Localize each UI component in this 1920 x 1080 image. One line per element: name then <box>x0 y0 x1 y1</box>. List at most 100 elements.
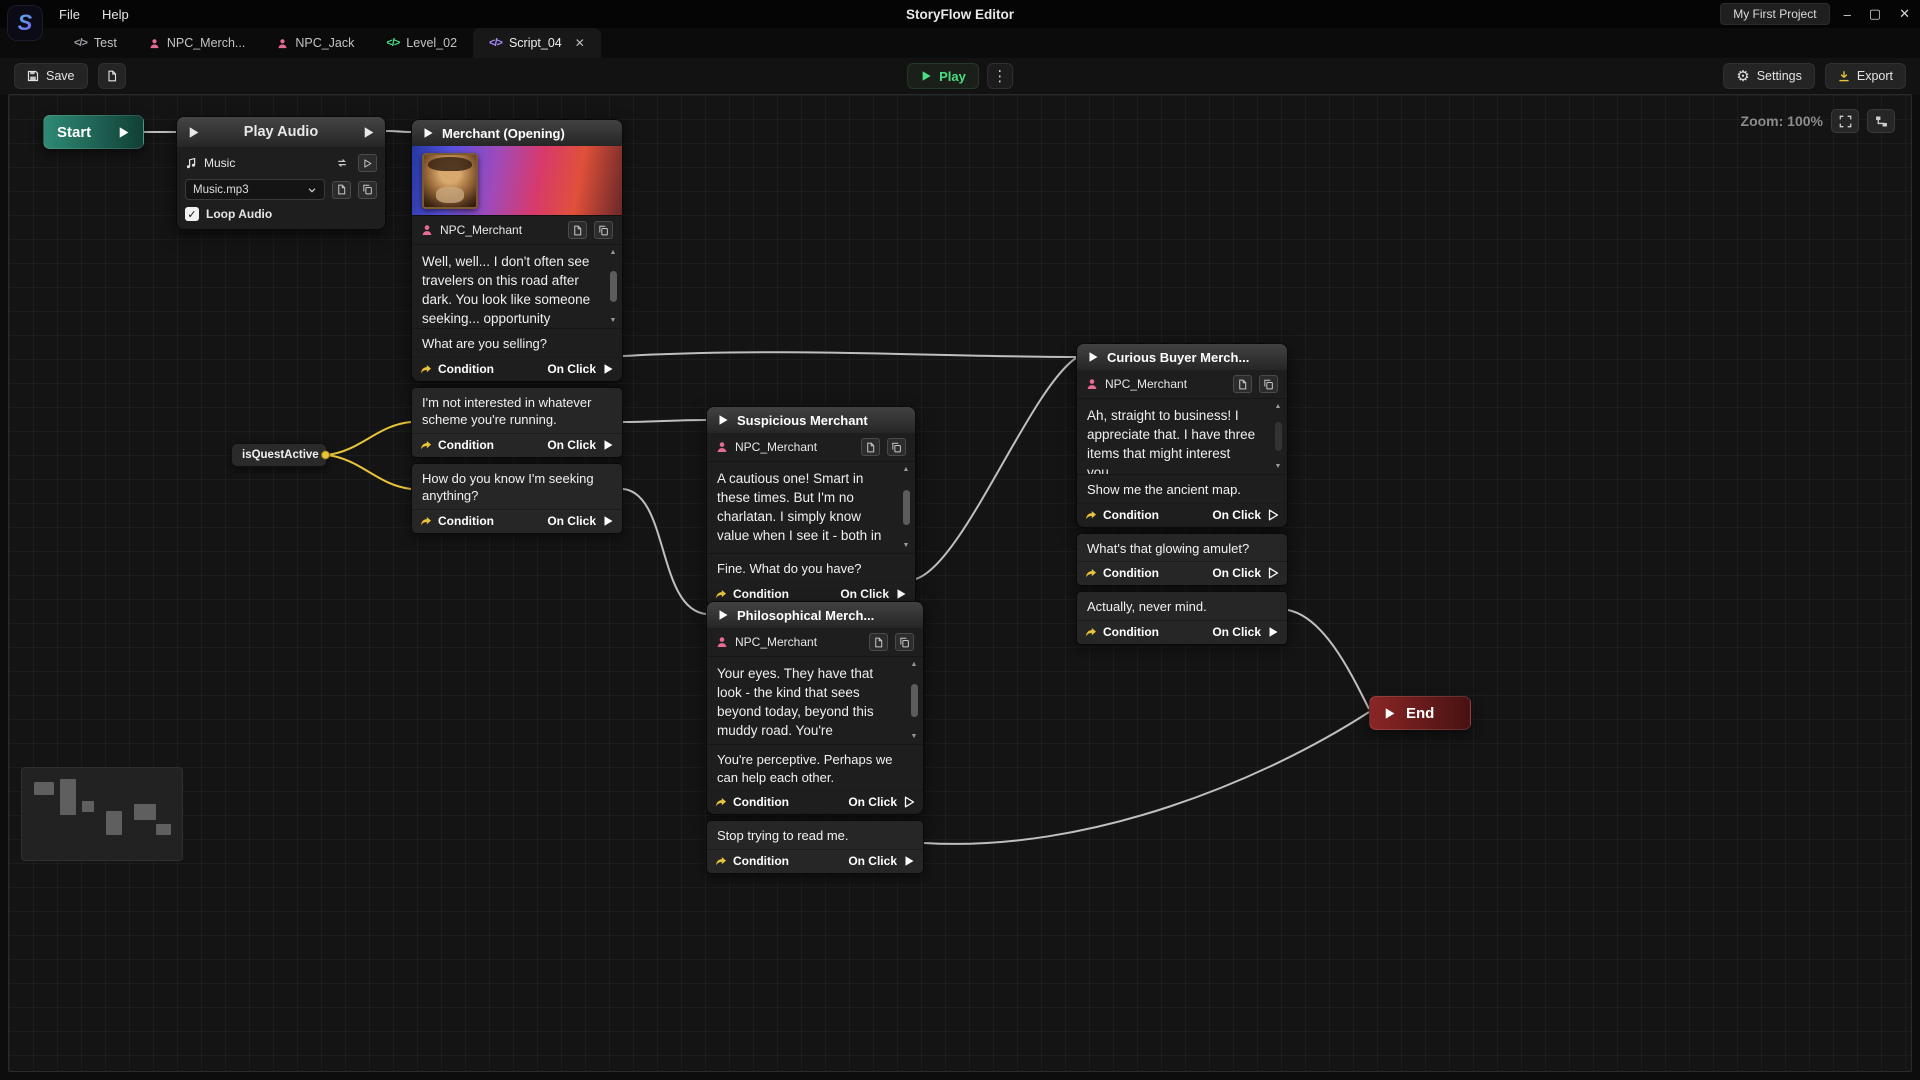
output-play-outline-icon[interactable] <box>1267 509 1279 521</box>
scrollbar[interactable]: ▲ ▼ <box>900 466 912 549</box>
node-curious-buyer[interactable]: Curious Buyer Merch... NPC_Merchant Ah, … <box>1076 343 1288 645</box>
output-play-outline-icon[interactable] <box>1267 567 1279 579</box>
script-button[interactable] <box>869 633 888 651</box>
play-output-icon[interactable] <box>362 126 375 139</box>
node-start[interactable]: Start <box>43 115 144 149</box>
choice-condition-row[interactable]: Condition On Click <box>412 433 622 457</box>
choice-condition-row[interactable]: Condition On Click <box>1077 503 1287 527</box>
dialogue-text-area[interactable]: A cautious one! Smart in these times. Bu… <box>707 462 915 554</box>
output-play-icon[interactable] <box>602 439 614 451</box>
play-output-icon[interactable] <box>117 126 130 139</box>
scroll-thumb[interactable] <box>610 271 617 303</box>
scroll-thumb[interactable] <box>911 684 918 717</box>
output-play-icon[interactable] <box>1267 626 1279 638</box>
node-merchant-opening[interactable]: Merchant (Opening) NPC_Merchant Well, we… <box>411 119 623 534</box>
scroll-thumb[interactable] <box>903 490 910 525</box>
repeat-button[interactable] <box>332 154 351 172</box>
script-button[interactable] <box>568 221 587 239</box>
auto-layout-button[interactable] <box>1867 109 1895 133</box>
condition-icon <box>1085 626 1097 638</box>
tab-level-02[interactable]: </> Level_02 <box>370 28 473 58</box>
scrollbar[interactable]: ▲ ▼ <box>607 249 619 324</box>
scroll-up-icon[interactable]: ▲ <box>610 249 617 256</box>
scroll-thumb[interactable] <box>1275 422 1282 450</box>
minimap[interactable] <box>21 767 183 861</box>
variable-output-socket[interactable] <box>321 451 330 460</box>
preview-play-button[interactable] <box>358 154 377 172</box>
choice-block[interactable]: Actually, never mind. Condition On Click <box>1076 591 1288 645</box>
dialogue-text: Well, well... I don't often see traveler… <box>422 254 590 326</box>
node-header[interactable]: Merchant (Opening) <box>412 120 622 146</box>
node-philosophical-merchant[interactable]: Philosophical Merch... NPC_Merchant Your… <box>706 601 924 874</box>
node-end[interactable]: End <box>1369 696 1471 730</box>
choice-block[interactable]: I'm not interested in whatever scheme yo… <box>411 387 623 458</box>
trigger-label: On Click <box>1212 566 1261 580</box>
scroll-down-icon[interactable]: ▼ <box>903 542 910 549</box>
scroll-up-icon[interactable]: ▲ <box>903 466 910 473</box>
scroll-down-icon[interactable]: ▼ <box>911 733 918 740</box>
choice-condition-row[interactable]: Condition On Click <box>707 790 923 814</box>
output-play-outline-icon[interactable] <box>903 796 915 808</box>
tab-npc-merchant[interactable]: NPC_Merch... <box>133 28 262 58</box>
node-header[interactable]: Philosophical Merch... <box>707 602 923 628</box>
node-header[interactable]: Play Audio <box>177 117 385 147</box>
close-button[interactable]: ✕ <box>1899 6 1910 22</box>
more-options-button[interactable]: ⋮ <box>987 63 1013 89</box>
output-play-icon[interactable] <box>903 855 915 867</box>
scrollbar[interactable]: ▲ ▼ <box>908 661 920 740</box>
file-copy-button[interactable] <box>358 181 377 199</box>
output-play-icon[interactable] <box>602 363 614 375</box>
project-name-button[interactable]: My First Project <box>1720 3 1829 25</box>
duplicate-button[interactable] <box>895 633 914 651</box>
doc-icon <box>865 442 876 453</box>
settings-button[interactable]: ⚙ Settings <box>1723 63 1815 89</box>
minimize-button[interactable]: – <box>1844 7 1851 22</box>
choice-condition-row[interactable]: Condition On Click <box>1077 561 1287 585</box>
maximize-button[interactable]: ▢ <box>1869 6 1881 22</box>
save-button[interactable]: Save <box>14 63 88 89</box>
loop-audio-checkbox[interactable] <box>185 207 199 221</box>
document-button[interactable] <box>98 63 126 89</box>
choice-condition-row[interactable]: Condition On Click <box>707 849 923 873</box>
choice-block[interactable]: How do you know I'm seeking anything? Co… <box>411 463 623 534</box>
scroll-up-icon[interactable]: ▲ <box>911 661 918 668</box>
script-button[interactable] <box>1233 375 1252 393</box>
duplicate-button[interactable] <box>887 438 906 456</box>
node-play-audio[interactable]: Play Audio Music Music.mp3 <box>176 116 386 230</box>
dialogue-text-area[interactable]: Well, well... I don't often see traveler… <box>412 245 622 329</box>
copy-icon <box>1263 379 1274 390</box>
scroll-up-icon[interactable]: ▲ <box>1275 403 1282 410</box>
scrollbar[interactable]: ▲ ▼ <box>1272 403 1284 470</box>
file-browse-button[interactable] <box>332 181 351 199</box>
scroll-down-icon[interactable]: ▼ <box>1275 463 1282 470</box>
duplicate-button[interactable] <box>1259 375 1278 393</box>
trigger-label: On Click <box>848 854 897 868</box>
scroll-down-icon[interactable]: ▼ <box>610 317 617 324</box>
tab-npc-jack[interactable]: NPC_Jack <box>261 28 370 58</box>
script-button[interactable] <box>861 438 880 456</box>
node-header[interactable]: Suspicious Merchant <box>707 407 915 433</box>
node-quest-variable[interactable]: isQuestActive <box>231 443 327 467</box>
export-button[interactable]: Export <box>1825 63 1906 89</box>
choice-condition-row[interactable]: Condition On Click <box>1077 620 1287 644</box>
tab-close-icon[interactable]: ✕ <box>575 36 585 50</box>
node-suspicious-merchant[interactable]: Suspicious Merchant NPC_Merchant A cauti… <box>706 406 916 607</box>
dialogue-text-area[interactable]: Ah, straight to business! I appreciate t… <box>1077 399 1287 475</box>
fit-view-button[interactable] <box>1831 109 1859 133</box>
condition-label: Condition <box>1103 508 1159 522</box>
tab-test[interactable]: </> Test <box>58 28 133 58</box>
dialogue-text-area[interactable]: Your eyes. They have that look - the kin… <box>707 657 923 745</box>
node-header[interactable]: Curious Buyer Merch... <box>1077 344 1287 370</box>
play-button[interactable]: Play <box>907 63 979 89</box>
node-canvas[interactable]: Zoom: 100% Start Play Audio Music <box>8 94 1912 1072</box>
choice-block[interactable]: Stop trying to read me. Condition On Cli… <box>706 820 924 874</box>
output-play-icon[interactable] <box>602 515 614 527</box>
audio-file-select[interactable]: Music.mp3 <box>185 179 325 200</box>
output-play-icon[interactable] <box>895 588 907 600</box>
choice-condition-row[interactable]: Condition On Click <box>412 357 622 381</box>
wire-choice2-suspicious <box>623 420 706 422</box>
choice-block[interactable]: What's that glowing amulet? Condition On… <box>1076 533 1288 587</box>
duplicate-button[interactable] <box>594 221 613 239</box>
choice-condition-row[interactable]: Condition On Click <box>412 509 622 533</box>
tab-script-04[interactable]: </> Script_04 ✕ <box>473 28 601 58</box>
